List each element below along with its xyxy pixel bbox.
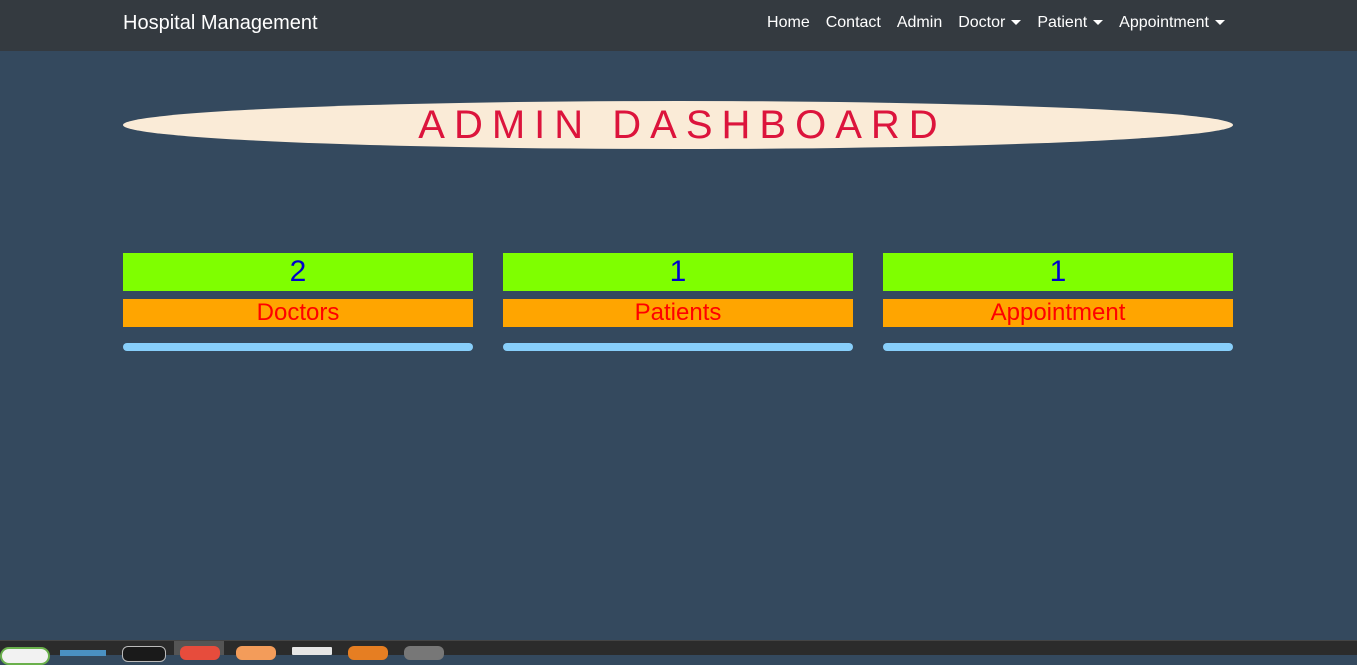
page-title: ADMIN DASHBOARD: [418, 103, 947, 147]
files-icon[interactable]: [236, 646, 276, 660]
nav-appointment-label: Appointment: [1119, 13, 1209, 31]
appointment-card: 1 Appointment: [883, 253, 1233, 351]
nav-patient-label: Patient: [1037, 13, 1088, 31]
nav-contact-label: Contact: [825, 13, 881, 31]
nav-contact-link[interactable]: Contact: [818, 13, 889, 33]
patients-label: Patients: [503, 299, 853, 327]
nav-home-label: Home: [767, 13, 810, 31]
nav-patient-dropdown[interactable]: Patient: [1029, 13, 1111, 33]
terminal-icon[interactable]: [60, 650, 106, 656]
top-navbar: Hospital Management Home Contact Admin D…: [0, 0, 1357, 51]
caret-down-icon: [1215, 20, 1225, 25]
app-icon[interactable]: [0, 647, 50, 665]
vlc-icon[interactable]: [348, 646, 388, 660]
patients-card-bar: [503, 343, 853, 351]
os-taskbar: [0, 640, 1357, 665]
caret-down-icon: [1011, 20, 1022, 25]
dashboard-title-banner: ADMIN DASHBOARD: [123, 101, 1233, 149]
doctors-card-bar: [123, 343, 473, 351]
nav-admin-label: Admin: [896, 13, 943, 31]
settings-icon[interactable]: [404, 646, 444, 660]
browser-icon[interactable]: [180, 646, 220, 660]
nav-doctor-label: Doctor: [958, 13, 1006, 31]
patients-count: 1: [503, 253, 853, 291]
nav-admin-link[interactable]: Admin: [889, 13, 950, 33]
brand-title[interactable]: Hospital Management: [123, 11, 318, 35]
patients-card: 1 Patients: [503, 253, 853, 351]
nav-links: Home Contact Admin Doctor Patient Appoin…: [759, 0, 1233, 45]
doctors-count: 2: [123, 253, 473, 291]
doctors-card: 2 Doctors: [123, 253, 473, 351]
nav-home-link[interactable]: Home: [759, 13, 818, 33]
appointment-count: 1: [883, 253, 1233, 291]
editor-icon[interactable]: [122, 646, 166, 662]
nav-doctor-dropdown[interactable]: Doctor: [950, 13, 1029, 33]
nav-appointment-dropdown[interactable]: Appointment: [1111, 13, 1233, 33]
caret-down-icon: [1093, 20, 1104, 25]
appointment-card-bar: [883, 343, 1233, 351]
doctors-label: Doctors: [123, 299, 473, 327]
appointment-label: Appointment: [883, 299, 1233, 327]
